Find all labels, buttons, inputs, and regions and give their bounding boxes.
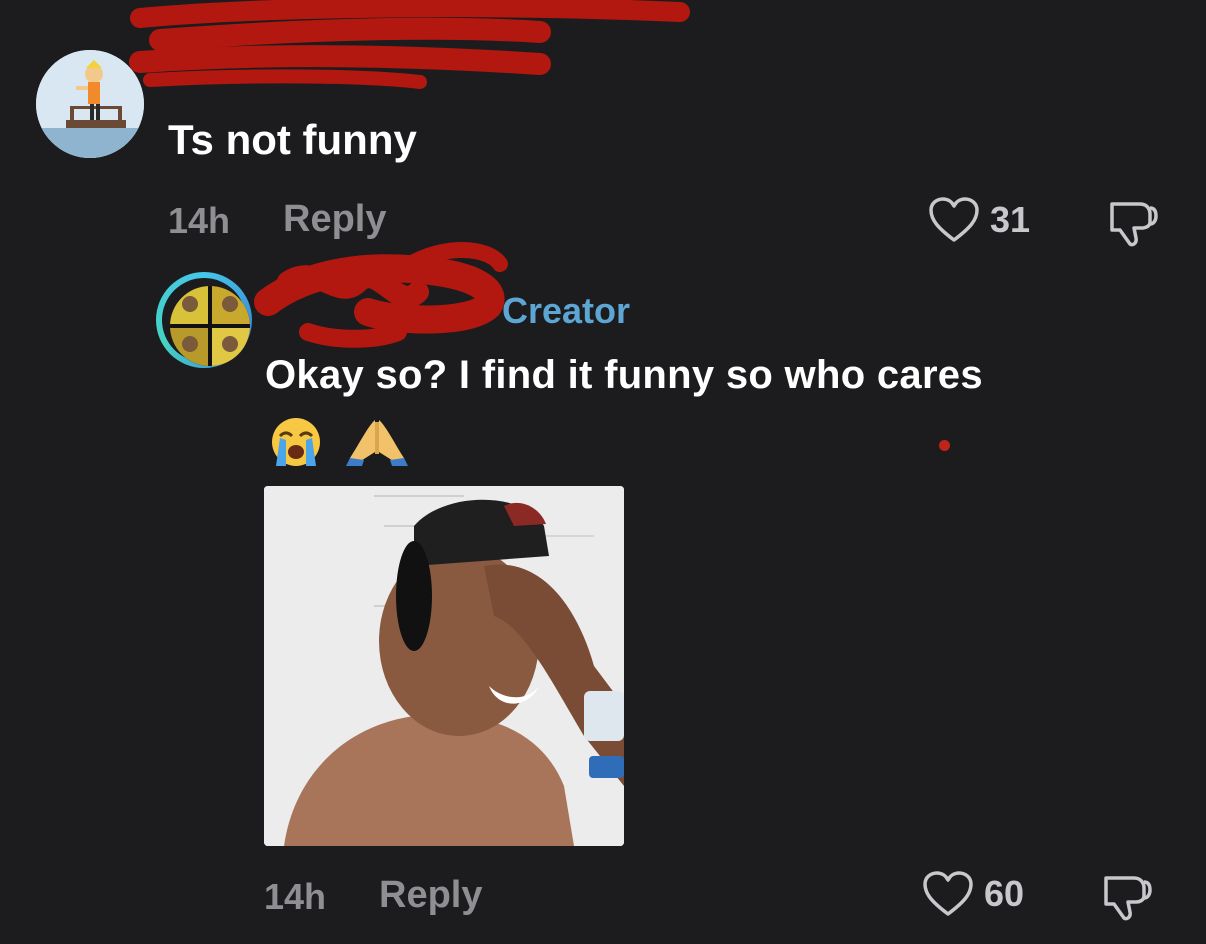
reply-timestamp: 14h <box>264 876 327 917</box>
heart-outline-icon <box>923 871 973 916</box>
redacted-creator-name-scribble <box>254 242 508 348</box>
like-button[interactable]: 31 <box>928 196 1030 244</box>
like-count: 60 <box>984 873 1025 914</box>
comments-thread: Ts not funny 14h Reply 31 Creator Okay s… <box>0 0 1206 944</box>
loudly-crying-face-icon <box>272 418 320 466</box>
thumbs-down-icon <box>1110 202 1158 247</box>
thumbs-down-icon <box>1104 876 1152 921</box>
comment-timestamp: 14h <box>168 200 231 241</box>
like-count: 31 <box>990 199 1031 240</box>
reply-button[interactable]: Reply <box>379 874 482 917</box>
dislike-button[interactable] <box>1106 198 1160 255</box>
folded-hands-icon <box>346 420 408 466</box>
reply-emojis <box>266 416 410 468</box>
creator-avatar-ring[interactable] <box>156 272 252 368</box>
creator-avatar <box>170 286 250 366</box>
like-button[interactable]: 60 <box>922 870 1024 918</box>
heart-outline-icon <box>929 197 979 242</box>
creator-badge: Creator <box>502 290 631 331</box>
notification-dot <box>939 440 950 451</box>
reply-text: Okay so? I find it funny so who cares <box>265 353 983 397</box>
dislike-button[interactable] <box>1100 872 1154 929</box>
redacted-username-scribble <box>129 0 690 89</box>
reply-image[interactable] <box>264 486 624 846</box>
comment-text: Ts not funny <box>168 116 417 163</box>
